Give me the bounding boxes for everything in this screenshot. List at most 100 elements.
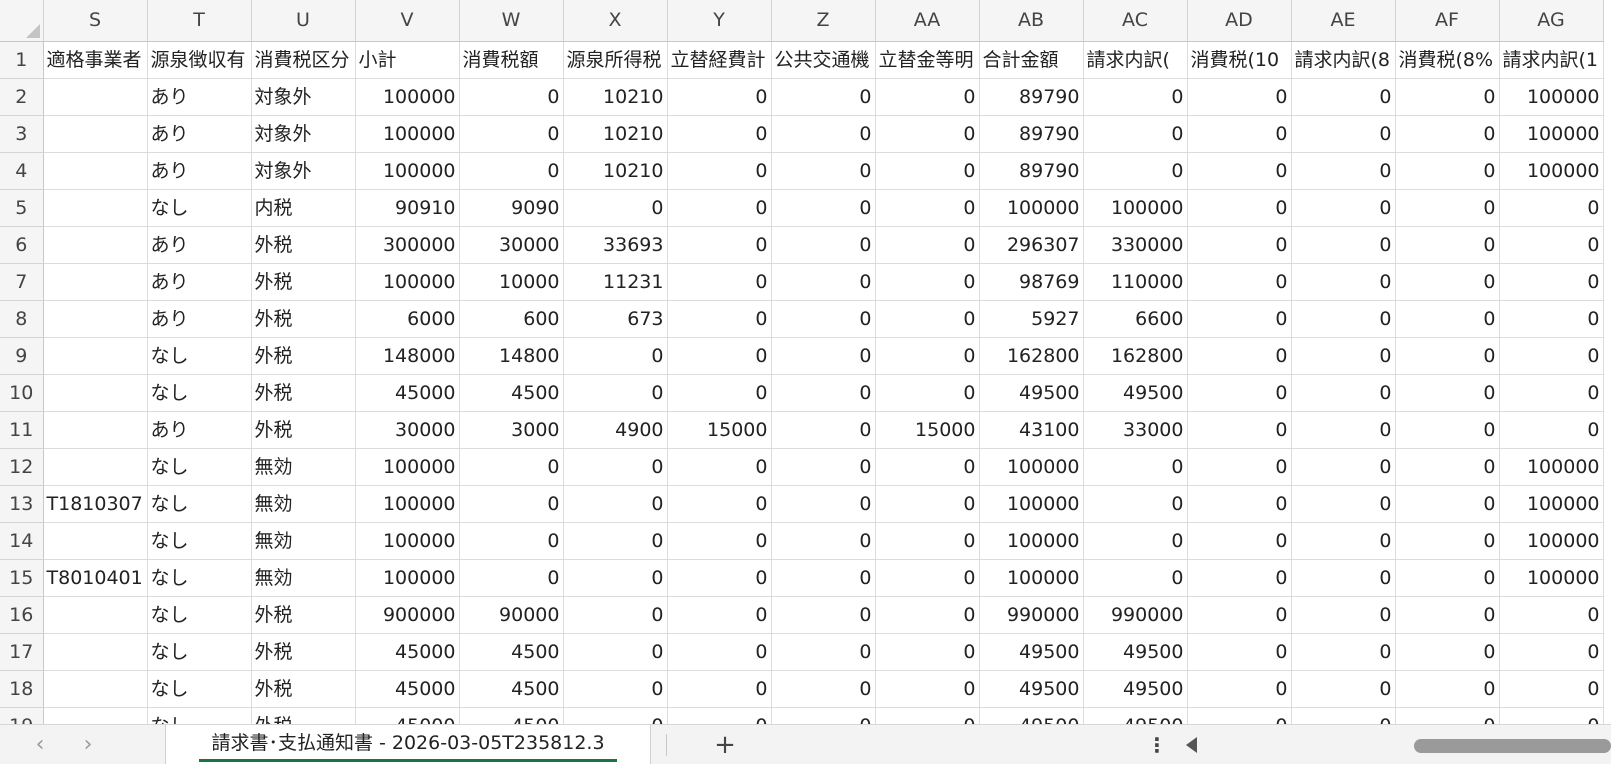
column-header-v[interactable]: V: [355, 0, 460, 42]
cell-t11[interactable]: あり: [147, 411, 252, 449]
cell-ae18[interactable]: 0: [1291, 670, 1396, 708]
cell-ac9[interactable]: 162800: [1083, 337, 1188, 375]
row-header[interactable]: 14: [0, 522, 44, 560]
cell-ag10[interactable]: 0: [1499, 374, 1604, 412]
cell-s15[interactable]: T8010401: [43, 559, 148, 597]
cell-ab11[interactable]: 43100: [979, 411, 1084, 449]
cell-u2[interactable]: 対象外: [251, 78, 356, 116]
cell-t12[interactable]: なし: [147, 448, 252, 486]
cell-z12[interactable]: 0: [771, 448, 876, 486]
cell-v5[interactable]: 90910: [355, 189, 460, 227]
cell-y17[interactable]: 0: [667, 633, 772, 671]
cell-t13[interactable]: なし: [147, 485, 252, 523]
column-header-s[interactable]: S: [43, 0, 148, 42]
cell-y3[interactable]: 0: [667, 115, 772, 153]
cell-x1[interactable]: 源泉所得税: [563, 41, 668, 79]
cell-s10[interactable]: [43, 374, 148, 412]
cell-ad18[interactable]: 0: [1187, 670, 1292, 708]
cell-ac6[interactable]: 330000: [1083, 226, 1188, 264]
cell-t9[interactable]: なし: [147, 337, 252, 375]
row-header[interactable]: 17: [0, 633, 44, 671]
cell-v9[interactable]: 148000: [355, 337, 460, 375]
cell-y19[interactable]: 0: [667, 707, 772, 724]
cell-y18[interactable]: 0: [667, 670, 772, 708]
cell-y16[interactable]: 0: [667, 596, 772, 634]
cell-aa5[interactable]: 0: [875, 189, 980, 227]
cell-ae14[interactable]: 0: [1291, 522, 1396, 560]
cell-s6[interactable]: [43, 226, 148, 264]
cell-s9[interactable]: [43, 337, 148, 375]
cell-ag1[interactable]: 請求内訳(1: [1499, 41, 1604, 79]
cell-w16[interactable]: 90000: [459, 596, 564, 634]
cell-ae19[interactable]: 0: [1291, 707, 1396, 724]
cell-ag18[interactable]: 0: [1499, 670, 1604, 708]
cell-ac1[interactable]: 請求内訳(: [1083, 41, 1188, 79]
cell-ag3[interactable]: 100000: [1499, 115, 1604, 153]
horizontal-scrollbar[interactable]: [1206, 739, 1611, 753]
cell-t19[interactable]: なし: [147, 707, 252, 724]
cell-aa11[interactable]: 15000: [875, 411, 980, 449]
cell-ab18[interactable]: 49500: [979, 670, 1084, 708]
cell-ad15[interactable]: 0: [1187, 559, 1292, 597]
cell-z3[interactable]: 0: [771, 115, 876, 153]
cell-w10[interactable]: 4500: [459, 374, 564, 412]
cell-u19[interactable]: 外税: [251, 707, 356, 724]
cell-af5[interactable]: 0: [1395, 189, 1500, 227]
prev-sheet-icon[interactable]: ‹: [26, 731, 54, 759]
cell-x5[interactable]: 0: [563, 189, 668, 227]
cell-aa14[interactable]: 0: [875, 522, 980, 560]
cell-ae4[interactable]: 0: [1291, 152, 1396, 190]
cell-s12[interactable]: [43, 448, 148, 486]
cell-v15[interactable]: 100000: [355, 559, 460, 597]
cell-ae7[interactable]: 0: [1291, 263, 1396, 301]
cell-ad14[interactable]: 0: [1187, 522, 1292, 560]
cell-ac4[interactable]: 0: [1083, 152, 1188, 190]
cell-x9[interactable]: 0: [563, 337, 668, 375]
cell-y1[interactable]: 立替経費計: [667, 41, 772, 79]
cell-ab13[interactable]: 100000: [979, 485, 1084, 523]
cell-s13[interactable]: T1810307: [43, 485, 148, 523]
cell-ae3[interactable]: 0: [1291, 115, 1396, 153]
column-header-aa[interactable]: AA: [875, 0, 980, 42]
cell-aa8[interactable]: 0: [875, 300, 980, 338]
cell-x4[interactable]: 10210: [563, 152, 668, 190]
cell-ae9[interactable]: 0: [1291, 337, 1396, 375]
cell-ad1[interactable]: 消費税(10: [1187, 41, 1292, 79]
cell-t4[interactable]: あり: [147, 152, 252, 190]
cell-ac14[interactable]: 0: [1083, 522, 1188, 560]
cell-w19[interactable]: 4500: [459, 707, 564, 724]
cell-y7[interactable]: 0: [667, 263, 772, 301]
cell-y5[interactable]: 0: [667, 189, 772, 227]
cell-ac19[interactable]: 49500: [1083, 707, 1188, 724]
cell-y13[interactable]: 0: [667, 485, 772, 523]
cell-v4[interactable]: 100000: [355, 152, 460, 190]
row-header[interactable]: 18: [0, 670, 44, 708]
cell-t1[interactable]: 源泉徴収有: [147, 41, 252, 79]
cell-ae5[interactable]: 0: [1291, 189, 1396, 227]
row-header[interactable]: 19: [0, 707, 44, 724]
column-header-u[interactable]: U: [251, 0, 356, 42]
cell-w11[interactable]: 3000: [459, 411, 564, 449]
cell-x2[interactable]: 10210: [563, 78, 668, 116]
cell-af18[interactable]: 0: [1395, 670, 1500, 708]
cell-ab8[interactable]: 5927: [979, 300, 1084, 338]
cell-ab5[interactable]: 100000: [979, 189, 1084, 227]
cell-v7[interactable]: 100000: [355, 263, 460, 301]
cell-aa1[interactable]: 立替金等明: [875, 41, 980, 79]
cell-ae11[interactable]: 0: [1291, 411, 1396, 449]
cell-u1[interactable]: 消費税区分: [251, 41, 356, 79]
cell-u9[interactable]: 外税: [251, 337, 356, 375]
more-options-icon[interactable]: ⋮: [1147, 730, 1167, 760]
cell-ac2[interactable]: 0: [1083, 78, 1188, 116]
row-header[interactable]: 5: [0, 189, 44, 227]
cell-z9[interactable]: 0: [771, 337, 876, 375]
cell-y14[interactable]: 0: [667, 522, 772, 560]
cell-w2[interactable]: 0: [459, 78, 564, 116]
cell-aa9[interactable]: 0: [875, 337, 980, 375]
cell-ag13[interactable]: 100000: [1499, 485, 1604, 523]
column-header-z[interactable]: Z: [771, 0, 876, 42]
cell-ad6[interactable]: 0: [1187, 226, 1292, 264]
cell-ab9[interactable]: 162800: [979, 337, 1084, 375]
cell-ae16[interactable]: 0: [1291, 596, 1396, 634]
scroll-left-icon[interactable]: [1186, 737, 1197, 753]
